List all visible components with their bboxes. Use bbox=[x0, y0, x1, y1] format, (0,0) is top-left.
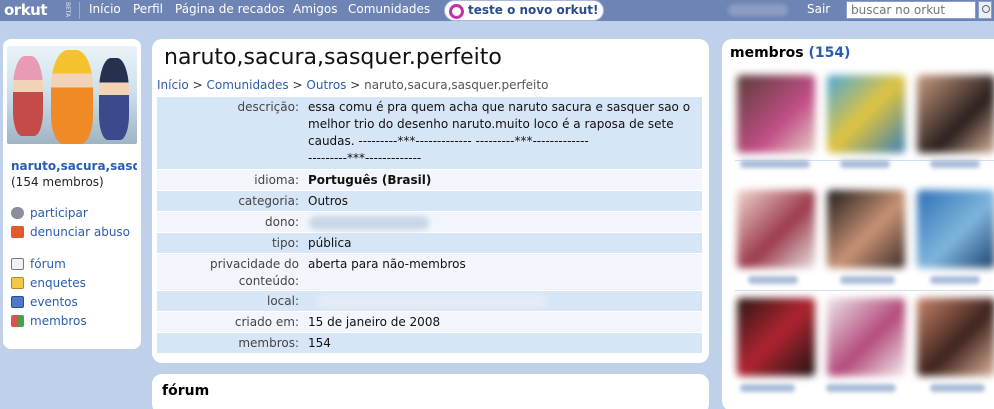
member-name-blurred[interactable] bbox=[840, 276, 895, 284]
sidebar-item-members[interactable]: membros bbox=[11, 313, 87, 329]
members-title: membros bbox=[730, 45, 804, 61]
logout-link[interactable]: Sair bbox=[807, 0, 830, 21]
member-name-blurred[interactable] bbox=[930, 160, 980, 168]
location-value-blurred bbox=[317, 294, 547, 308]
join-icon bbox=[11, 207, 24, 219]
privacy-label: privacidade do conteúdo: bbox=[209, 257, 299, 288]
type-value: pública bbox=[308, 236, 352, 250]
breadcrumb-home[interactable]: Início bbox=[157, 78, 189, 92]
privacy-value: aberta para não-membros bbox=[308, 257, 466, 271]
report-abuse-link[interactable]: denunciar abuso bbox=[11, 224, 130, 240]
beta-label: BETA bbox=[64, 2, 71, 18]
sidebar-item-forum[interactable]: fórum bbox=[11, 256, 66, 272]
nav-amigos[interactable]: Amigos bbox=[293, 0, 337, 21]
info-row-description: descrição: essa comu é pra quem acha que… bbox=[157, 97, 702, 170]
try-new-orkut-label: teste o novo orkut! bbox=[468, 3, 599, 17]
language-value: Português (Brasil) bbox=[308, 173, 432, 187]
members-label: membros bbox=[30, 314, 87, 328]
type-label: tipo: bbox=[271, 236, 299, 250]
forum-panel: fórum bbox=[152, 374, 709, 409]
search-input[interactable] bbox=[846, 1, 976, 19]
breadcrumb-current: naruto,sacura,sasquer.perfeito bbox=[364, 78, 549, 92]
calendar-icon bbox=[11, 296, 24, 308]
member-photo[interactable] bbox=[827, 75, 905, 153]
member-name-blurred[interactable] bbox=[740, 160, 810, 168]
forum-icon bbox=[11, 258, 24, 270]
divider bbox=[79, 2, 80, 19]
info-row-created: criado em: 15 de janeiro de 2008 bbox=[157, 312, 702, 333]
join-label: participar bbox=[30, 206, 88, 220]
polls-label: enquetes bbox=[30, 276, 86, 290]
members-total[interactable]: (154) bbox=[808, 45, 850, 61]
join-community-link[interactable]: participar bbox=[11, 205, 88, 221]
info-row-category: categoria: Outros bbox=[157, 191, 702, 212]
sidebar-item-events[interactable]: eventos bbox=[11, 294, 78, 310]
breadcrumb-category[interactable]: Outros bbox=[306, 78, 346, 92]
member-photo[interactable] bbox=[917, 298, 994, 376]
community-profile-panel: naruto,sacura,sasquer.perfeito Início > … bbox=[152, 39, 709, 363]
nav-inicio[interactable]: Início bbox=[89, 0, 121, 21]
member-name-blurred[interactable] bbox=[748, 276, 798, 284]
member-photo[interactable] bbox=[917, 75, 994, 153]
sidebar-item-polls[interactable]: enquetes bbox=[11, 275, 86, 291]
member-photo[interactable] bbox=[917, 190, 994, 268]
member-name-blurred[interactable] bbox=[740, 384, 795, 392]
community-photo[interactable] bbox=[7, 46, 137, 144]
created-value: 15 de janeiro de 2008 bbox=[308, 315, 441, 329]
community-info-table: descrição: essa comu é pra quem acha que… bbox=[157, 97, 702, 354]
info-row-language: idioma: Português (Brasil) bbox=[157, 170, 702, 191]
member-name-blurred[interactable] bbox=[930, 276, 980, 284]
page-title: naruto,sacura,sasquer.perfeito bbox=[164, 45, 502, 70]
info-row-members: membros: 154 bbox=[157, 333, 702, 354]
new-orkut-logo-icon bbox=[449, 4, 464, 19]
top-navigation-bar: orkut BETA Início Perfil Página de recad… bbox=[0, 0, 994, 21]
member-photo[interactable] bbox=[737, 75, 815, 153]
report-abuse-label: denunciar abuso bbox=[30, 225, 131, 239]
owner-label: dono: bbox=[265, 215, 299, 229]
community-name-link[interactable]: naruto,sacura,sasquer.perfeito bbox=[11, 159, 137, 173]
nav-comunidades[interactable]: Comunidades bbox=[348, 0, 430, 21]
breadcrumb-separator: > bbox=[350, 78, 361, 92]
created-label: criado em: bbox=[234, 315, 299, 329]
member-name-blurred[interactable] bbox=[930, 384, 985, 392]
breadcrumb-separator: > bbox=[192, 78, 203, 92]
user-email-blurred bbox=[728, 4, 788, 16]
members-count-label: membros: bbox=[238, 336, 299, 350]
category-label: categoria: bbox=[238, 194, 299, 208]
member-photo[interactable] bbox=[827, 190, 905, 268]
info-row-location: local: bbox=[157, 291, 702, 312]
location-label: local: bbox=[266, 294, 299, 308]
breadcrumb-communities[interactable]: Comunidades bbox=[206, 78, 288, 92]
report-abuse-icon bbox=[11, 226, 24, 238]
category-link[interactable]: Outros bbox=[308, 191, 698, 210]
members-count-value: 154 bbox=[308, 336, 331, 350]
breadcrumb: Início > Comunidades > Outros > naruto,s… bbox=[157, 78, 548, 92]
nav-perfil[interactable]: Perfil bbox=[133, 0, 163, 21]
member-name-blurred[interactable] bbox=[826, 384, 896, 392]
description-label: descrição: bbox=[237, 100, 299, 114]
member-photo[interactable] bbox=[737, 298, 815, 376]
info-row-owner: dono: bbox=[157, 212, 702, 233]
owner-name-blurred[interactable] bbox=[309, 216, 429, 230]
forum-label: fórum bbox=[30, 257, 66, 271]
breadcrumb-separator: > bbox=[292, 78, 303, 92]
try-new-orkut-button[interactable]: teste o novo orkut! bbox=[444, 0, 604, 21]
divider bbox=[735, 290, 994, 291]
forum-heading: fórum bbox=[162, 383, 210, 399]
events-label: eventos bbox=[30, 295, 78, 309]
members-icon bbox=[11, 315, 24, 327]
member-name-blurred[interactable] bbox=[840, 160, 890, 168]
info-row-type: tipo: pública bbox=[157, 233, 702, 254]
info-row-privacy: privacidade do conteúdo: aberta para não… bbox=[157, 254, 702, 291]
member-count: (154 membros) bbox=[11, 175, 104, 189]
polls-icon bbox=[11, 277, 24, 289]
description-value: essa comu é pra quem acha que naruto sac… bbox=[308, 100, 691, 165]
community-sidebar: naruto,sacura,sasquer.perfeito (154 memb… bbox=[3, 39, 141, 349]
search-icon[interactable] bbox=[978, 1, 992, 19]
members-heading[interactable]: membros (154) bbox=[730, 45, 850, 61]
member-photo[interactable] bbox=[737, 190, 815, 268]
member-photo[interactable] bbox=[827, 298, 905, 376]
nav-pagina-de-recados[interactable]: Página de recados bbox=[175, 0, 285, 21]
language-label: idioma: bbox=[254, 173, 299, 187]
